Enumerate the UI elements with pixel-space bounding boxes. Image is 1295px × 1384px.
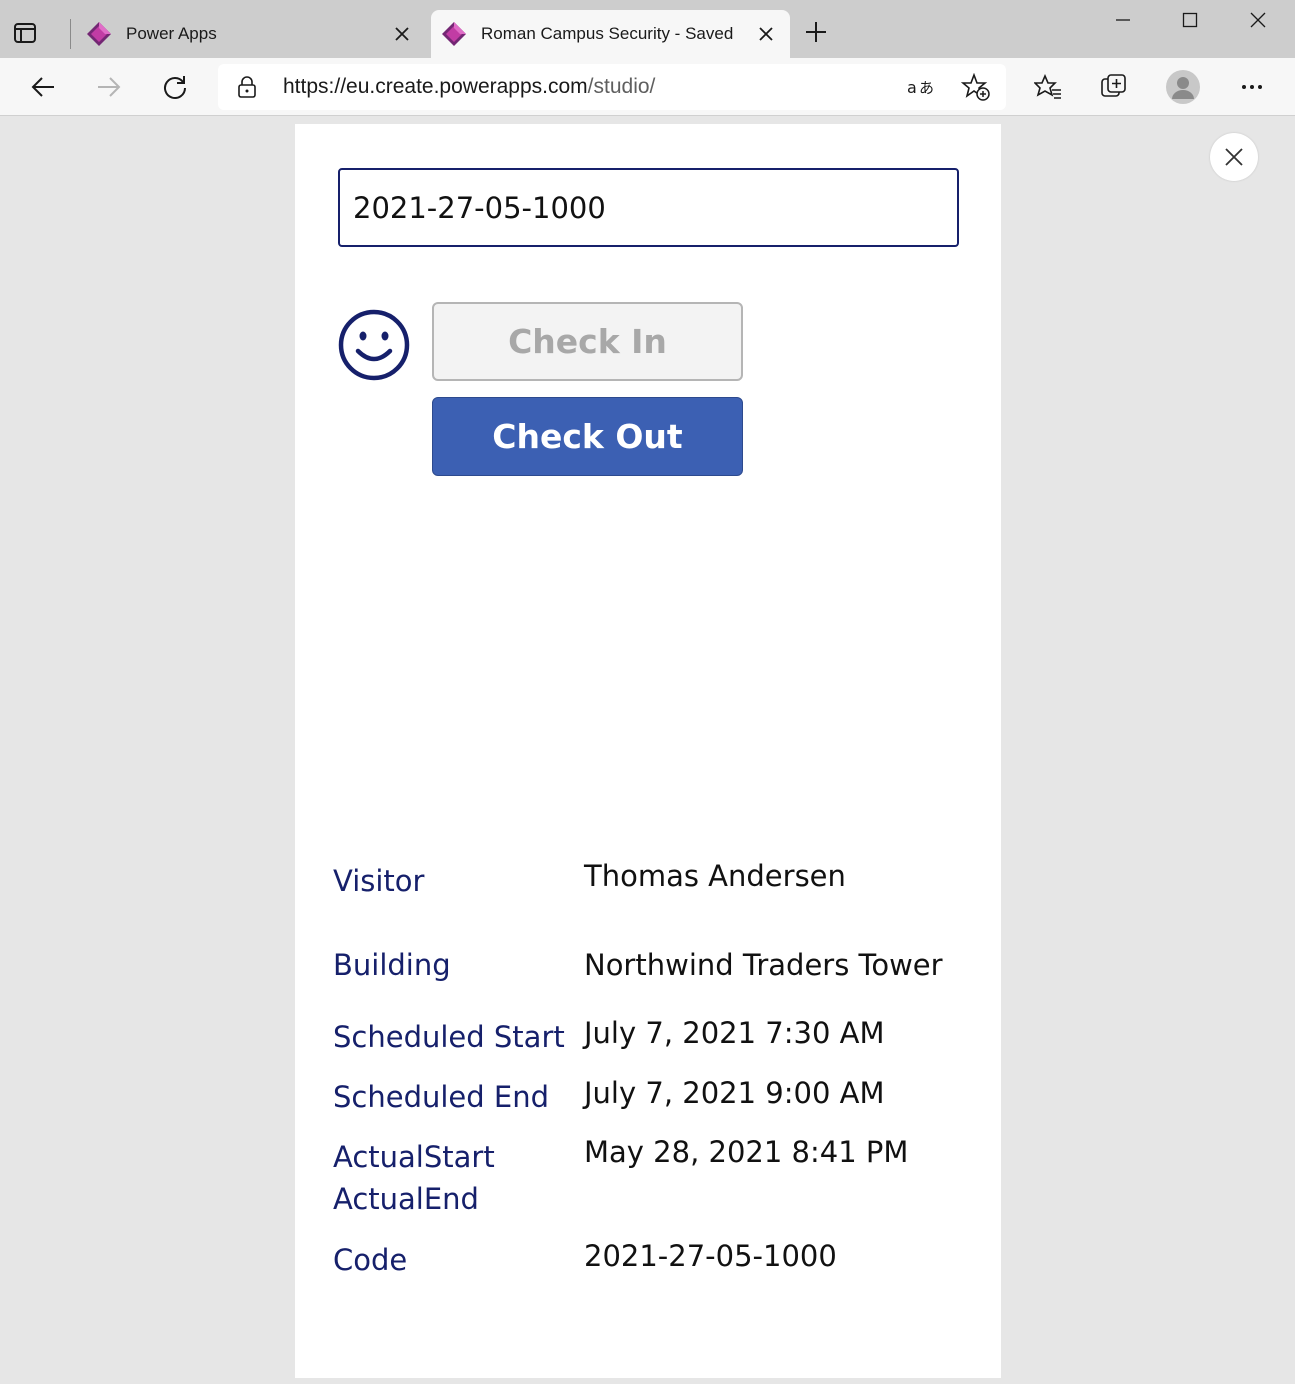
building-value: Northwind Traders Tower bbox=[584, 948, 943, 982]
minimize-icon bbox=[1116, 19, 1130, 21]
lock-icon bbox=[238, 76, 256, 98]
check-in-button[interactable]: Check In bbox=[432, 302, 743, 381]
actual-start-label: ActualStart bbox=[333, 1140, 495, 1174]
scheduled-end-label: Scheduled End bbox=[333, 1080, 549, 1114]
forward-button[interactable] bbox=[88, 66, 130, 108]
maximize-button[interactable] bbox=[1157, 0, 1223, 40]
url-host: https://eu.create.powerapps.com bbox=[283, 75, 588, 98]
code-input[interactable] bbox=[338, 168, 959, 247]
code-label: Code bbox=[333, 1243, 408, 1277]
forward-icon bbox=[98, 77, 121, 97]
tab-title: Power Apps bbox=[126, 24, 217, 43]
tab-title: Roman Campus Security - Saved bbox=[481, 24, 734, 43]
smiley-face-icon bbox=[338, 309, 410, 381]
tab-actions-button[interactable] bbox=[12, 12, 62, 54]
visitor-value: Thomas Andersen bbox=[584, 859, 846, 893]
refresh-button[interactable] bbox=[154, 66, 196, 108]
maximize-icon bbox=[1182, 12, 1198, 28]
tab-power-apps[interactable]: Power Apps bbox=[76, 10, 426, 58]
scheduled-end-value: July 7, 2021 9:00 AM bbox=[584, 1076, 885, 1110]
add-favorite-button[interactable] bbox=[958, 70, 994, 104]
close-icon bbox=[395, 27, 409, 41]
scheduled-start-value: July 7, 2021 7:30 AM bbox=[584, 1016, 885, 1050]
close-window-button[interactable] bbox=[1225, 0, 1291, 40]
svg-text:あ: あ bbox=[919, 79, 934, 97]
url-path: /studio/ bbox=[587, 75, 656, 98]
profile-icon bbox=[1166, 70, 1200, 104]
close-icon bbox=[1250, 12, 1266, 28]
close-preview-button[interactable] bbox=[1210, 133, 1258, 181]
new-tab-button[interactable] bbox=[798, 14, 834, 50]
plus-icon bbox=[806, 22, 826, 42]
close-icon bbox=[1225, 148, 1243, 166]
powerapps-icon bbox=[442, 22, 466, 46]
minimize-button[interactable] bbox=[1090, 0, 1156, 40]
close-tab-button[interactable] bbox=[384, 16, 420, 52]
browser-tab-strip: Power Apps Roman Campus Security - Saved bbox=[0, 0, 1295, 58]
collections-button[interactable] bbox=[1093, 66, 1135, 108]
read-aloud-icon: aあ bbox=[907, 78, 934, 97]
more-button[interactable] bbox=[1231, 66, 1273, 108]
back-icon bbox=[31, 77, 54, 97]
scheduled-start-label: Scheduled Start bbox=[333, 1020, 565, 1054]
code-value: 2021-27-05-1000 bbox=[584, 1239, 837, 1273]
tab-actions-icon bbox=[14, 23, 36, 43]
more-icon bbox=[1242, 85, 1262, 89]
favorites-button[interactable] bbox=[1027, 66, 1069, 108]
collections-icon bbox=[1101, 74, 1126, 97]
tab-roman-campus-security[interactable]: Roman Campus Security - Saved bbox=[431, 10, 790, 58]
add-favorite-icon bbox=[961, 73, 990, 101]
actual-start-value: May 28, 2021 8:41 PM bbox=[584, 1135, 909, 1169]
tab-separator bbox=[70, 19, 71, 49]
powerapps-icon bbox=[87, 22, 111, 46]
check-out-button[interactable]: Check Out bbox=[432, 397, 743, 476]
close-tab-button[interactable] bbox=[748, 16, 784, 52]
read-aloud-button[interactable]: aあ bbox=[904, 70, 940, 104]
close-icon bbox=[759, 27, 773, 41]
url-text: https://eu.create.powerapps.com/studio/ bbox=[283, 64, 655, 110]
svg-text:a: a bbox=[907, 78, 917, 97]
app-screen: Check In Check Out Visitor Thomas Anders… bbox=[295, 124, 1001, 1378]
address-bar[interactable]: https://eu.create.powerapps.com/studio/ … bbox=[218, 64, 1006, 110]
visitor-label: Visitor bbox=[333, 864, 425, 898]
back-button[interactable] bbox=[22, 66, 64, 108]
favorites-icon bbox=[1034, 74, 1061, 99]
profile-button[interactable] bbox=[1162, 66, 1204, 108]
browser-toolbar: https://eu.create.powerapps.com/studio/ … bbox=[0, 58, 1295, 116]
actual-end-label: ActualEnd bbox=[333, 1182, 479, 1216]
building-label: Building bbox=[333, 948, 451, 982]
refresh-icon bbox=[164, 76, 186, 99]
